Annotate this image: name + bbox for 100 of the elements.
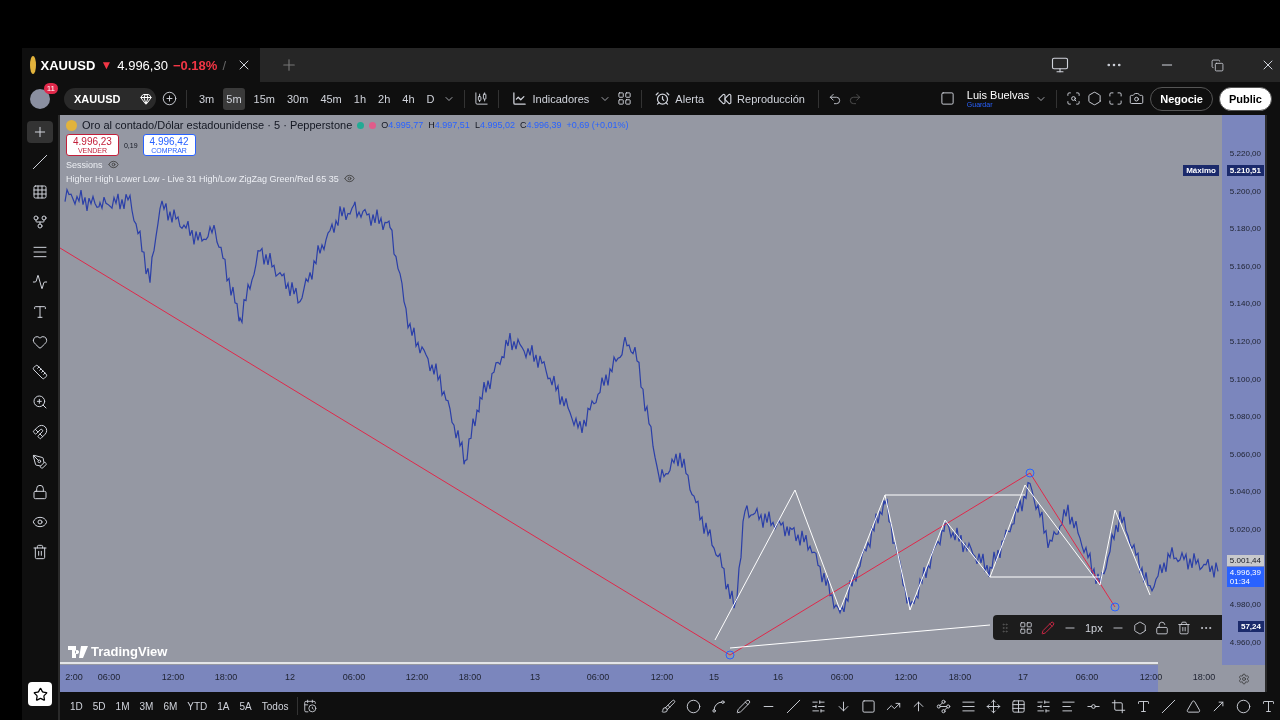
fullscreen-icon[interactable]: [1108, 91, 1124, 106]
time-tick: 12:00: [405, 672, 429, 682]
square-icon[interactable]: [861, 698, 876, 714]
path-icon[interactable]: [936, 698, 951, 714]
interval-button[interactable]: 45m: [317, 87, 345, 110]
range-button[interactable]: Todos: [257, 698, 293, 714]
time-tick: 2:00: [65, 672, 83, 682]
range-button[interactable]: 5A: [235, 698, 256, 714]
line-icon[interactable]: [1161, 698, 1176, 714]
indicators-button[interactable]: Indicadores: [508, 91, 594, 106]
curve-icon[interactable]: [711, 698, 726, 714]
price-tick: 4.980,00: [1229, 599, 1261, 609]
settings-icon[interactable]: [1132, 620, 1147, 635]
grip-icon[interactable]: [999, 621, 1011, 634]
price-tick: 5.140,00: [1229, 298, 1261, 308]
layout-name[interactable]: Luis Buelvas: [966, 89, 1030, 101]
lines-icon[interactable]: [961, 698, 976, 714]
tab-separator: /: [222, 57, 226, 73]
price-tick: 5.040,00: [1229, 486, 1261, 496]
crosshair-price-tag: 5.001,44: [1226, 555, 1264, 566]
time-tick: 18:00: [1192, 672, 1216, 682]
interval-button[interactable]: 30m: [283, 87, 312, 110]
ohlc-value: O4.995,77: [381, 120, 424, 130]
candles-icon[interactable]: [474, 91, 490, 106]
ohlc-value: H4.997,51: [428, 120, 470, 130]
lines-icon[interactable]: [811, 698, 826, 714]
trash-icon[interactable]: [1176, 620, 1191, 635]
range-button[interactable]: YTD: [183, 698, 212, 714]
ohlc-value: C4.996,39: [519, 120, 562, 130]
time-tick: 06:00: [1075, 672, 1099, 682]
time-tick: 12:00: [650, 672, 674, 682]
interval-button[interactable]: 3m: [196, 87, 218, 110]
price-tick: 5.020,00: [1229, 524, 1261, 534]
time-tick: 18:00: [214, 672, 238, 682]
time-tick: 12:00: [894, 672, 918, 682]
circle-icon[interactable]: [686, 698, 701, 714]
range-button[interactable]: 1D: [66, 698, 87, 714]
angle-icon[interactable]: [1186, 698, 1201, 714]
brush-icon[interactable]: [661, 698, 676, 714]
coin-icon: [66, 119, 77, 131]
camera-icon[interactable]: [1129, 91, 1145, 106]
price-tick: 5.160,00: [1229, 261, 1261, 271]
interval-button[interactable]: 2h: [375, 87, 394, 110]
calendar-icon[interactable]: [303, 699, 318, 713]
replay-button[interactable]: Reproducción: [714, 91, 809, 106]
coin-icon: [30, 56, 36, 74]
range-button[interactable]: 6M: [159, 698, 182, 714]
change-value: +0,69 (+0,01%): [566, 120, 629, 130]
range-button[interactable]: 1M: [111, 698, 134, 714]
publish-button[interactable]: Public: [1219, 86, 1272, 111]
time-tick: 18:00: [948, 672, 972, 682]
line-icon[interactable]: [786, 698, 801, 714]
range-button[interactable]: 3M: [135, 698, 158, 714]
layout-grid-icon[interactable]: [1019, 620, 1033, 635]
notification-badge: 11: [43, 82, 58, 94]
star-icon: [32, 686, 48, 702]
symbol-search-field[interactable]: XAUUSD: [64, 87, 156, 110]
arrow-up-icon[interactable]: [911, 698, 926, 714]
interval-button[interactable]: 1h: [350, 87, 370, 110]
lines-icon[interactable]: [1036, 698, 1051, 714]
arrow-down-icon[interactable]: [836, 698, 851, 714]
favorite-button[interactable]: [28, 682, 52, 706]
settings-icon[interactable]: [1087, 91, 1103, 106]
trade-button[interactable]: Negocie: [1150, 86, 1213, 111]
restore-icon[interactable]: [1211, 58, 1224, 72]
crop-icon[interactable]: [1111, 698, 1126, 714]
interval-button[interactable]: 4h: [399, 87, 418, 110]
tab-change: −0.18%: [172, 57, 218, 73]
interval-button[interactable]: 15m: [250, 87, 278, 110]
add-icon[interactable]: [162, 91, 177, 106]
diamond-icon[interactable]: [140, 92, 152, 105]
rewind-icon: [718, 91, 733, 106]
search-icon[interactable]: [1066, 91, 1082, 106]
square-icon[interactable]: [939, 91, 955, 106]
crosshair-icon[interactable]: [27, 121, 53, 143]
range-button[interactable]: 5D: [88, 698, 110, 714]
ellipse-icon[interactable]: [1236, 698, 1251, 714]
time-tick: 12:00: [161, 672, 185, 682]
indicator-name: Higher High Lower Low - Live 31 High/Low ZigZag Green/Red 65 35: [66, 173, 339, 184]
interval-button[interactable]: D: [423, 87, 438, 110]
monitor-icon[interactable]: [1051, 56, 1069, 74]
time-tick: 06:00: [342, 672, 366, 682]
grid-icon[interactable]: [1011, 698, 1026, 714]
last-price-tag: 4.996,39 01:34: [1226, 567, 1264, 587]
line-width[interactable]: 1px: [1085, 621, 1103, 634]
layout-grid-icon[interactable]: [617, 91, 633, 106]
arrow-icon[interactable]: [1211, 698, 1226, 714]
direction-icon: ▼: [100, 58, 113, 72]
price-tick: 5.200,00: [1229, 186, 1261, 196]
time-tick: 18:00: [458, 672, 482, 682]
range-button[interactable]: 1A: [213, 698, 234, 714]
interval-button[interactable]: 5m: [223, 87, 245, 110]
alert-button[interactable]: Alerta: [651, 91, 709, 106]
time-tick: 16: [773, 672, 783, 682]
time-tick: 06:00: [586, 672, 610, 682]
unlock-icon[interactable]: [1154, 620, 1169, 635]
ohlc-value: L4.995,02: [474, 120, 515, 130]
time-tick: 06:00: [830, 672, 854, 682]
undo-icon[interactable]: [828, 91, 842, 106]
chart-icon: [512, 91, 528, 106]
